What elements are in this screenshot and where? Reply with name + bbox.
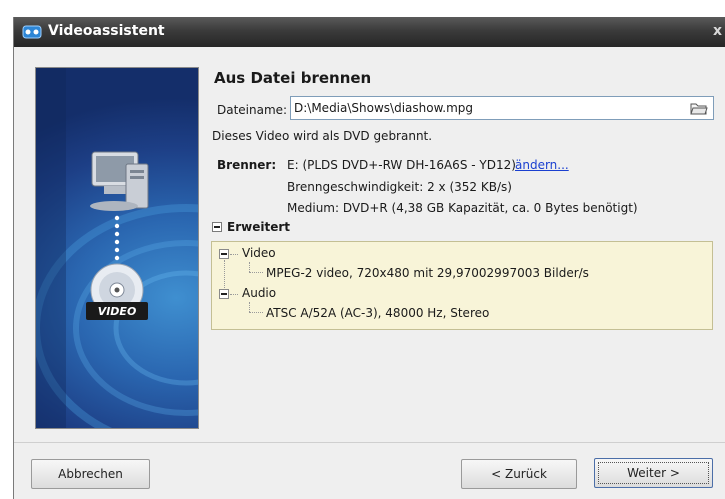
tree-connector xyxy=(249,312,263,313)
button-divider xyxy=(14,442,725,443)
burn-medium: Medium: DVD+R (4,38 GB Kapazität, ca. 0 … xyxy=(287,201,638,215)
app-icon xyxy=(22,25,42,39)
computer-icon xyxy=(90,151,149,211)
change-burner-link[interactable]: ändern... xyxy=(515,158,569,172)
burner-label: Brenner: xyxy=(217,158,277,172)
tree-audio-label: Audio xyxy=(242,286,277,300)
tree-connector xyxy=(230,294,238,295)
tree-connector xyxy=(249,262,250,272)
tree-connector xyxy=(230,254,238,255)
video-badge: VIDEO xyxy=(98,305,137,318)
cancel-button-label: Abbrechen xyxy=(58,467,123,481)
audio-node-toggle[interactable] xyxy=(219,289,229,299)
filename-field[interactable]: D:\Media\Shows\diashow.mpg xyxy=(290,96,714,120)
filename-label: Dateiname: xyxy=(217,103,288,117)
filename-value[interactable]: D:\Media\Shows\diashow.mpg xyxy=(294,101,473,115)
back-button-label: < Zurück xyxy=(491,467,547,481)
tree-audio-detail: ATSC A/52A (AC-3), 48000 Hz, Stereo xyxy=(266,306,490,320)
burner-device: E: (PLDS DVD+-RW DH-16A6S - YD12) xyxy=(287,158,516,172)
back-button[interactable]: < Zurück xyxy=(461,459,577,489)
window-title: Videoassistent xyxy=(48,23,165,39)
wizard-window: Videoassistent x VIDEO Aus Datei brennen… xyxy=(13,17,725,499)
tree-connector xyxy=(224,260,225,292)
info-text: Dieses Video wird als DVD gebrannt. xyxy=(212,129,433,143)
tree-connector xyxy=(249,272,263,273)
burn-speed: Brenngeschwindigkeit: 2 x (352 KB/s) xyxy=(287,180,512,194)
close-icon[interactable]: x xyxy=(713,23,722,39)
advanced-label[interactable]: Erweitert xyxy=(227,220,290,234)
next-button[interactable]: Weiter > xyxy=(594,458,713,488)
side-artwork: VIDEO xyxy=(36,68,198,428)
details-tree: Video MPEG-2 video, 720x480 mit 29,97002… xyxy=(211,241,713,330)
tree-video-label: Video xyxy=(242,246,276,260)
wizard-side-image: VIDEO xyxy=(35,67,199,429)
cancel-button[interactable]: Abbrechen xyxy=(31,459,150,489)
title-bar[interactable]: Videoassistent x xyxy=(14,17,725,47)
advanced-collapse-toggle[interactable] xyxy=(212,222,222,232)
page-title: Aus Datei brennen xyxy=(214,69,372,87)
next-button-label: Weiter > xyxy=(627,466,680,480)
video-node-toggle[interactable] xyxy=(219,249,229,259)
tree-connector xyxy=(249,302,250,312)
tree-video-detail: MPEG-2 video, 720x480 mit 29,97002997003… xyxy=(266,266,589,280)
folder-open-icon[interactable] xyxy=(690,100,708,116)
